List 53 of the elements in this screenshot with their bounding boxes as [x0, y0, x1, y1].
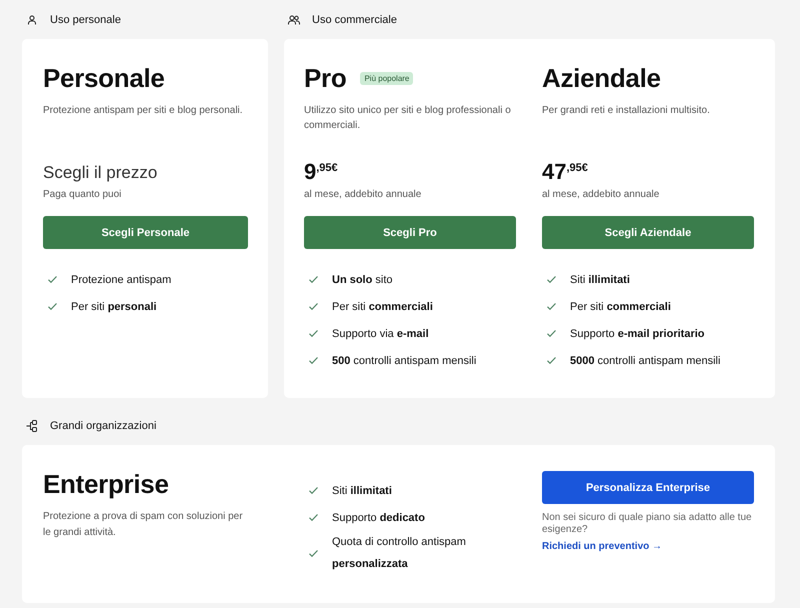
check-icon — [547, 330, 556, 337]
feature-text: 5000 controlli antispam mensili — [570, 354, 720, 366]
feature-text: Un solo sito — [332, 274, 393, 286]
check-icon — [547, 276, 556, 283]
price-caption: al mese, addebito annuale — [304, 188, 422, 202]
check-icon — [547, 357, 556, 364]
help-text: Non sei sicuro di quale piano sia adatto alle tue esigenze? — [542, 512, 753, 536]
feature-text: Siti illimitati — [570, 274, 630, 286]
section-heading: Uso personale — [50, 14, 121, 26]
feature-text: Per siti personali — [71, 300, 157, 312]
hierarchy-icon — [26, 420, 38, 432]
people-icon — [288, 15, 300, 25]
popular-badge: Più popolare — [360, 72, 414, 84]
price-label: Scegli il prezzo — [43, 162, 158, 184]
check-icon — [309, 303, 318, 310]
plan-description: Protezione antispam per siti e blog personali. — [43, 104, 244, 118]
check-icon — [309, 330, 318, 337]
check-icon — [309, 357, 318, 364]
check-icon — [309, 550, 318, 556]
price-caption: Paga quanto puoi — [43, 188, 122, 202]
feature-text: Protezione antispam — [71, 274, 172, 286]
plan-description: Per grandi reti e installazioni multisito. — [542, 104, 711, 118]
price: 47$^{,95€}$ — [542, 160, 589, 186]
customize-button[interactable]: Personalizza Enterprise — [542, 471, 754, 504]
feature-text: Supporto e-mail prioritario — [570, 328, 704, 340]
check-icon — [48, 276, 57, 283]
check-icon — [309, 514, 318, 521]
check-icon — [309, 276, 318, 283]
choose-plan-button[interactable]: Scegli Pro — [304, 216, 516, 249]
feature-text: Supporto via e-mail — [332, 328, 429, 340]
plan-title: Personale — [43, 62, 165, 94]
person-icon — [26, 15, 38, 25]
section-heading: Uso commerciale — [312, 14, 397, 26]
choose-plan-button[interactable]: Scegli Personale — [43, 216, 248, 249]
feature-text: Quota di controllo antispam personalizzata — [332, 535, 467, 572]
feature-text: Per siti commerciali — [332, 300, 433, 312]
plan-title: Pro — [304, 62, 346, 94]
feature-text: Supporto dedicato — [332, 510, 425, 526]
check-icon — [309, 487, 318, 494]
choose-plan-button[interactable]: Scegli Aziendale — [542, 216, 754, 249]
feature-text: 500 controlli antispam mensili — [332, 354, 476, 366]
plan-title: Aziendale — [542, 62, 661, 94]
price-caption: al mese, addebito annuale — [542, 188, 660, 202]
price: 9$^{,95€}$ — [304, 160, 339, 186]
check-icon — [547, 303, 556, 310]
check-icon — [48, 303, 57, 310]
feature-text: Per siti commerciali — [570, 300, 671, 312]
plan-description: Protezione a prova di spam con soluzioni per le grandi attività. — [43, 510, 244, 540]
plan-title: Enterprise — [43, 468, 170, 501]
plan-description: Utilizzo sito unico per siti e blog professionali o commerciali. — [304, 104, 512, 133]
section-heading: Grandi organizzazioni — [50, 420, 156, 432]
quote-link[interactable]: Richiedi un preventivo → — [542, 541, 662, 553]
feature-text: Siti illimitati — [332, 484, 392, 498]
